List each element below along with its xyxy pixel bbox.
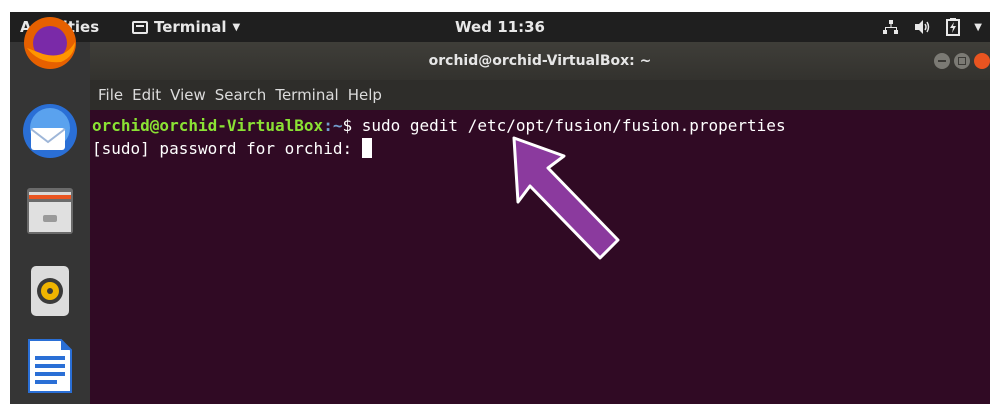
arrow-pointer-icon — [512, 136, 620, 260]
close-icon[interactable] — [974, 53, 990, 69]
maximize-icon[interactable] — [954, 53, 970, 69]
system-status-area[interactable]: ▼ — [882, 18, 982, 36]
prompt-user-host: orchid@orchid-VirtualBox — [92, 116, 324, 135]
command-text: sudo gedit /etc/opt/fusion/fusion.proper… — [352, 116, 786, 135]
minimize-icon[interactable] — [934, 53, 950, 69]
prompt-symbol: $ — [342, 116, 353, 135]
network-icon — [883, 20, 899, 34]
volume-icon — [915, 20, 930, 34]
text-cursor — [361, 138, 372, 158]
sudo-password-prompt: [sudo] password for orchid: — [92, 139, 362, 158]
menu-help[interactable]: Help — [348, 86, 382, 104]
dock — [10, 17, 90, 404]
prompt-path: :~ — [323, 116, 343, 135]
window-titlebar[interactable]: orchid@orchid-VirtualBox: ~ — [90, 42, 990, 80]
menu-terminal[interactable]: Terminal — [275, 86, 338, 104]
terminal-menubar: File Edit View Search Terminal Help — [90, 80, 990, 110]
clock[interactable]: Wed 11:36 — [10, 18, 990, 36]
firefox-icon[interactable] — [21, 14, 79, 72]
files-icon[interactable] — [21, 182, 79, 240]
menu-search[interactable]: Search — [215, 86, 267, 104]
thunderbird-icon[interactable] — [21, 102, 79, 160]
libreoffice-writer-icon[interactable] — [21, 336, 79, 394]
top-bar: Activities Terminal ▼ Wed 11:36 ▼ — [10, 12, 990, 42]
rhythmbox-icon[interactable] — [21, 262, 79, 320]
menu-view[interactable]: View — [170, 86, 206, 104]
menu-file[interactable]: File — [98, 86, 123, 104]
menu-edit[interactable]: Edit — [132, 86, 161, 104]
terminal-line: orchid@orchid-VirtualBox:~$ sudo gedit /… — [92, 114, 990, 137]
battery-icon — [946, 18, 961, 36]
window-title: orchid@orchid-VirtualBox: ~ — [428, 53, 652, 69]
system-menu-arrow-icon: ▼ — [974, 21, 982, 33]
window-controls — [934, 53, 990, 69]
